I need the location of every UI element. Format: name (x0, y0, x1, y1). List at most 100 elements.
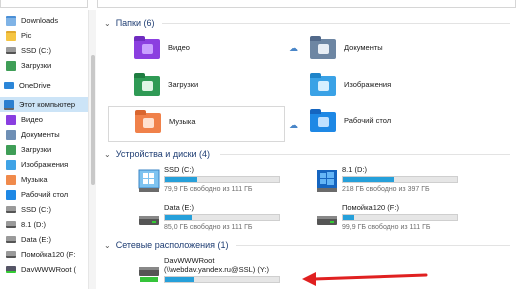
folder-name: Документы (344, 43, 383, 52)
sidebar-item-label: DavWWWRoot ( (21, 265, 76, 274)
sidebar-item-label: SSD (C:) (21, 205, 51, 214)
drive-free-space: 99,9 ГБ свободно из 111 ГБ (342, 224, 431, 231)
sidebar-item-label: Музыка (21, 175, 48, 184)
sidebar-scrollbar[interactable] (88, 10, 96, 289)
sidebar-item-label: Загрузки (21, 61, 52, 70)
drive-usage-bar (342, 176, 458, 183)
drive-usage-bar (342, 214, 458, 221)
downloads-folder-icon (134, 73, 160, 97)
sidebar-item-drive-d[interactable]: 8.1 (D:) (6, 217, 88, 232)
folder-tile-documents[interactable]: Документы (306, 33, 476, 67)
drive-free-space: 79,9 ГБ свободно из 111 ГБ (164, 186, 253, 193)
folder-tile-desktop[interactable]: Рабочий стол (306, 106, 476, 140)
network-drive-icon (6, 266, 16, 273)
annotation-arrow (302, 272, 428, 286)
pictures-icon (6, 159, 16, 170)
folder-name: Рабочий стол (344, 116, 392, 125)
drive-usage-bar (164, 214, 280, 221)
group-divider (220, 154, 510, 155)
drive-tile-c[interactable]: SSD (C:) 79,9 ГБ свободно из 111 ГБ (134, 165, 294, 205)
drive-name: Data (E:) (164, 203, 195, 212)
group-divider (236, 245, 510, 246)
group-divider (162, 23, 510, 24)
sidebar-item-downloads-pc[interactable]: Загрузки (6, 142, 88, 157)
sidebar-item-label: Pic (21, 31, 32, 40)
folder-name: Музыка (169, 117, 196, 126)
pictures-folder-icon (310, 73, 336, 97)
computer-icon (4, 99, 14, 110)
network-drive-icon (139, 267, 159, 282)
drive-icon (6, 47, 16, 54)
downloads-icon (6, 144, 16, 155)
sidebar-item-label: Downloads (21, 16, 59, 25)
documents-folder-icon (310, 36, 336, 60)
sidebar-item-label: Рабочий стол (21, 190, 69, 199)
hard-drive-icon (317, 216, 337, 225)
downloads-icon (6, 60, 16, 71)
sidebar-item-label: Документы (21, 130, 60, 139)
chevron-down-icon: ⌄ (104, 240, 111, 250)
chevron-down-icon: ⌄ (104, 18, 111, 28)
sidebar-item-video[interactable]: Видео (6, 112, 88, 127)
sidebar-item-zagruzki-quick[interactable]: Загрузки (6, 58, 88, 73)
sidebar-item-label: Загрузки (21, 145, 52, 154)
network-usage-fill (165, 277, 194, 282)
sidebar-item-downloads[interactable]: Downloads (6, 13, 88, 28)
windows-drive-icon (138, 169, 160, 192)
drive-usage-fill (165, 177, 197, 182)
top-strip (0, 0, 516, 10)
music-folder-icon (135, 110, 161, 134)
folder-tile-music[interactable]: Музыка (108, 106, 285, 142)
cloud-sync-icon: ☁ (289, 120, 298, 130)
sidebar-item-label: Этот компьютер (19, 100, 76, 109)
folder-tile-downloads[interactable]: Загрузки (130, 70, 300, 104)
cloud-icon (4, 82, 14, 89)
drive-icon (6, 236, 16, 243)
sidebar-item-music[interactable]: Музыка (6, 172, 88, 187)
folder-tile-pictures[interactable]: Изображения (306, 70, 476, 104)
top-strip-left (0, 0, 88, 8)
sidebar-item-label: Помойка120 (F: (21, 250, 76, 259)
drive-usage-fill (343, 215, 355, 220)
windows-logo-drive-icon (317, 170, 337, 192)
sidebar-item-label: Видео (21, 115, 43, 124)
sidebar-item-this-pc[interactable]: Этот компьютер (0, 97, 88, 112)
drive-tile-e[interactable]: Data (E:) 85,0 ГБ свободно из 111 ГБ (134, 203, 294, 243)
sidebar-item-desktop[interactable]: Рабочий стол (6, 187, 88, 202)
sidebar-item-ssd-c[interactable]: SSD (C:) (6, 43, 88, 58)
group-header-label: Устройства и диски (4) (115, 149, 211, 159)
video-folder-icon (134, 36, 160, 60)
sidebar-item-label: OneDrive (19, 81, 51, 90)
sidebar-item-pictures[interactable]: Изображения (6, 157, 88, 172)
folder-name: Видео (168, 43, 190, 52)
top-strip-right (97, 0, 516, 8)
group-header-label: Сетевые расположения (1) (115, 240, 229, 250)
hard-drive-icon (139, 216, 159, 225)
network-drive-path: (\\webdav.yandex.ru@SSL) (Y:) (164, 265, 270, 274)
navigation-pane: Downloads Pic SSD (C:) Загрузки OneDrive… (0, 10, 88, 289)
music-icon (6, 174, 16, 185)
drive-usage-bar (164, 176, 280, 183)
drive-free-space: 85,0 ГБ свободно из 111 ГБ (164, 224, 253, 231)
drive-tile-d[interactable]: 8.1 (D:) 218 ГБ свободно из 397 ГБ (312, 165, 472, 205)
folder-tile-video[interactable]: Видео (130, 33, 300, 67)
sidebar-item-label: Изображения (21, 160, 69, 169)
group-header-devices[interactable]: ⌄ Устройства и диски (4) (104, 148, 210, 160)
chevron-down-icon: ⌄ (104, 149, 111, 159)
sidebar-item-onedrive[interactable]: OneDrive (0, 78, 88, 93)
sidebar-item-drive-e[interactable]: Data (E:) (6, 232, 88, 247)
drive-name: 8.1 (D:) (342, 165, 368, 174)
drive-tile-f[interactable]: Помойка120 (F:) 99,9 ГБ свободно из 111 … (312, 203, 472, 243)
scrollbar-thumb[interactable] (91, 55, 95, 185)
sidebar-item-drive-f[interactable]: Помойка120 (F: (6, 247, 88, 262)
group-header-label: Папки (6) (115, 18, 155, 28)
sidebar-item-davwwwroot[interactable]: DavWWWRoot ( (6, 262, 88, 277)
drive-usage-fill (165, 215, 193, 220)
group-header-folders[interactable]: ⌄ Папки (6) (104, 17, 155, 29)
sidebar-item-pic[interactable]: Pic (6, 28, 88, 43)
folder-name: Изображения (344, 80, 392, 89)
sidebar-item-drive-c[interactable]: SSD (C:) (6, 202, 88, 217)
sidebar-item-documents[interactable]: Документы (6, 127, 88, 142)
group-header-network[interactable]: ⌄ Сетевые расположения (1) (104, 239, 229, 251)
documents-icon (6, 129, 16, 140)
